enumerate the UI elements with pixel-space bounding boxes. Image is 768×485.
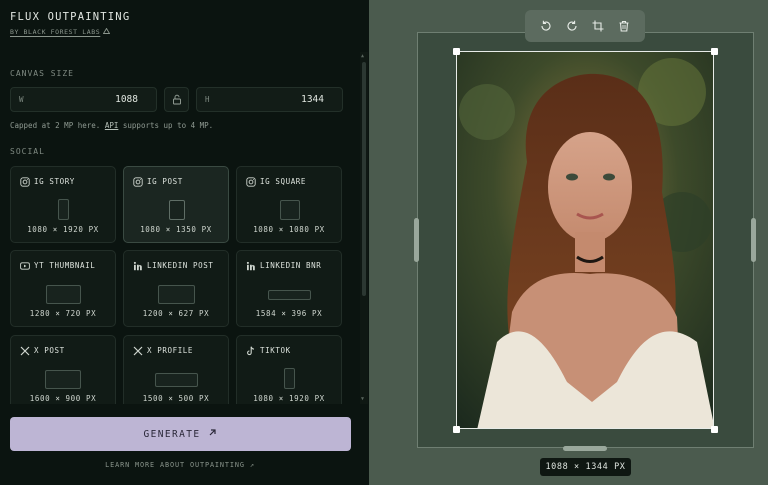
resize-handle-bottom-right[interactable] bbox=[711, 426, 718, 433]
preset-size: 1600 × 900 PX bbox=[29, 394, 97, 403]
resize-handle-top-right[interactable] bbox=[711, 48, 718, 55]
image-toolbar bbox=[525, 10, 645, 42]
settings-panel: FLUX OUTPAINTING BY BLACK FOREST LABS CA… bbox=[0, 0, 369, 485]
preset-size: 1080 × 1920 PX bbox=[253, 394, 325, 403]
expand-handle-bottom[interactable] bbox=[563, 446, 607, 451]
expand-handle-left[interactable] bbox=[414, 218, 419, 262]
preset-name: X POST bbox=[34, 346, 65, 355]
preset-size: 1500 × 500 PX bbox=[142, 394, 210, 403]
generate-label: GENERATE bbox=[143, 428, 201, 440]
scroll-up-icon[interactable]: ▲ bbox=[361, 53, 364, 59]
x-icon bbox=[132, 345, 143, 356]
resize-handle-top-left[interactable] bbox=[453, 48, 460, 55]
aspect-preview bbox=[284, 368, 295, 389]
preset-tiktok[interactable]: TIKTOK 1080 × 1920 PX bbox=[236, 335, 342, 404]
portrait-photo bbox=[457, 52, 713, 428]
redo-icon[interactable] bbox=[563, 17, 581, 35]
crop-icon[interactable] bbox=[589, 17, 607, 35]
tiktok-icon bbox=[245, 345, 256, 356]
aspect-preview bbox=[155, 373, 198, 387]
preset-name: X PROFILE bbox=[147, 346, 194, 355]
scroll-down-icon[interactable]: ▼ bbox=[361, 396, 364, 402]
canvas-size-readout: 1088 × 1344 PX bbox=[540, 458, 631, 476]
generate-button[interactable]: GENERATE bbox=[10, 417, 351, 451]
x-icon bbox=[19, 345, 30, 356]
scrollbar-thumb[interactable] bbox=[362, 62, 366, 296]
undo-icon[interactable] bbox=[537, 17, 555, 35]
aspect-preview bbox=[45, 370, 81, 389]
preset-name: TIKTOK bbox=[260, 346, 291, 355]
preset-x-profile[interactable]: X PROFILE 1500 × 500 PX bbox=[123, 335, 229, 404]
trash-icon[interactable] bbox=[615, 17, 633, 35]
preset-clip: X POST 1600 × 900 PX X PROFILE 1500 × 50… bbox=[0, 0, 360, 404]
resize-handle-bottom-left[interactable] bbox=[453, 426, 460, 433]
arrow-up-right-icon bbox=[208, 428, 217, 440]
expand-handle-right[interactable] bbox=[751, 218, 756, 262]
learn-more-link[interactable]: LEARN MORE ABOUT OUTPAINTING ↗ bbox=[0, 461, 360, 469]
source-image[interactable] bbox=[456, 51, 714, 429]
preset-x-post[interactable]: X POST 1600 × 900 PX bbox=[10, 335, 116, 404]
